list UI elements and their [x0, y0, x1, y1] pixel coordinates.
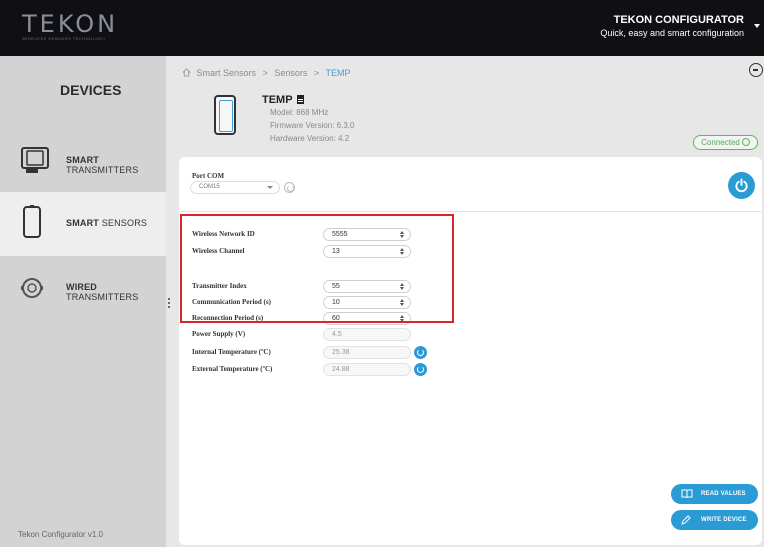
connect-power-button[interactable] — [728, 172, 755, 199]
write-device-button[interactable]: WRITE DEVICE — [671, 510, 758, 530]
sidebar-item-smart-transmitters[interactable]: SMART TRANSMITTERS — [0, 128, 166, 192]
power-supply-value: 4.5 — [323, 328, 411, 341]
smart-sensor-icon — [23, 205, 41, 238]
sidebar-splitter-handle[interactable] — [167, 298, 171, 312]
breadcrumb-current: TEMP — [325, 68, 351, 78]
sidebar-title: DEVICES — [60, 82, 122, 98]
refresh-ports-icon[interactable] — [284, 182, 295, 193]
read-values-button[interactable]: READ VALUES — [671, 484, 758, 504]
sidebar-item-wired-transmitters[interactable]: WIRED TRANSMITTERS — [0, 256, 166, 320]
section-divider — [179, 211, 762, 212]
device-name: TEMP — [262, 94, 304, 106]
device-model: Model: 868 MHz — [270, 108, 329, 117]
breadcrumb: Smart Sensors > Sensors > TEMP — [182, 68, 351, 78]
refresh-internal-temperature-icon[interactable] — [414, 346, 427, 359]
book-icon — [681, 489, 693, 499]
document-icon[interactable] — [296, 95, 304, 104]
port-label: Port COM — [192, 172, 225, 180]
collapse-button[interactable] — [749, 63, 763, 77]
device-hardware: Hardware Version: 4.2 — [270, 134, 350, 143]
pencil-icon — [681, 515, 691, 525]
internal-temperature-value: 25.38 — [323, 346, 411, 359]
tekon-logo: TEKON WIRELESS SENSORS TECHNOLOGY — [22, 12, 126, 42]
highlight-box — [180, 214, 454, 323]
smart-transmitter-icon — [21, 147, 49, 173]
sidebar-item-smart-sensors[interactable]: SMART SENSORS — [0, 192, 166, 256]
external-temperature-value: 24.88 — [323, 363, 411, 376]
breadcrumb-smart-sensors[interactable]: Smart Sensors — [197, 68, 257, 78]
power-icon — [735, 178, 748, 193]
top-bar: TEKON WIRELESS SENSORS TECHNOLOGY TEKON … — [0, 0, 764, 56]
field-label-internal-temperature: Internal Temperature (ºC) — [192, 348, 271, 356]
sidebar-item-label: SMART SENSORS — [66, 218, 148, 228]
app-menu-caret-icon[interactable] — [754, 24, 760, 28]
home-icon[interactable] — [182, 68, 191, 77]
port-select[interactable]: COM15 — [190, 181, 280, 194]
sidebar-item-label: SMART TRANSMITTERS — [66, 155, 139, 175]
sidebar-item-label: WIRED TRANSMITTERS — [66, 282, 139, 302]
device-sensor-icon — [214, 95, 236, 135]
app-title-block: TEKON CONFIGURATOR Quick, easy and smart… — [600, 14, 744, 39]
sidebar: DEVICES SMART TRANSMITTERS SMART SENSORS… — [0, 56, 166, 547]
device-firmware: Firmware Version: 6.3.0 — [270, 121, 355, 130]
app-title: TEKON CONFIGURATOR — [613, 14, 744, 26]
connection-status-badge: Connected — [693, 135, 758, 150]
chevron-down-icon — [267, 186, 273, 189]
breadcrumb-separator: > — [313, 68, 320, 78]
field-label-external-temperature: External Temperature (ºC) — [192, 365, 273, 373]
check-circle-icon — [741, 138, 750, 146]
refresh-external-temperature-icon[interactable] — [414, 363, 427, 376]
field-label-power-supply: Power Supply (V) — [192, 330, 246, 338]
breadcrumb-separator: > — [262, 68, 268, 78]
logo-text: TEKON — [22, 10, 119, 38]
version-label: Tekon Configurator v1.0 — [18, 530, 103, 539]
breadcrumb-sensors[interactable]: Sensors — [274, 68, 307, 78]
app-subtitle: Quick, easy and smart configuration — [600, 28, 744, 38]
wired-transmitter-icon — [21, 278, 43, 298]
